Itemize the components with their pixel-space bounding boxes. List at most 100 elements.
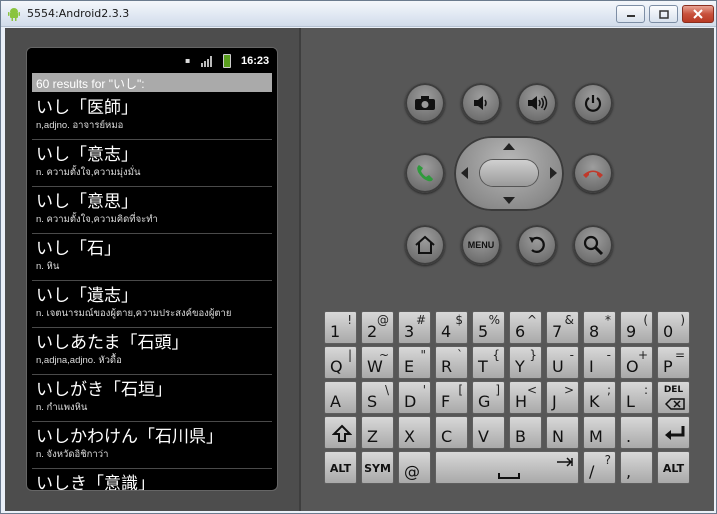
key-label: L [626,392,635,411]
key-alt-label: | [347,348,352,362]
entry-definition: n,adjno. อาจารย์หมอ [36,120,124,131]
list-item[interactable]: いし「意思」 n. ความตั้งใจ,ความคิดที่จะทำ [32,187,272,234]
key-z[interactable]: Z [361,416,394,449]
key-p[interactable]: P = [657,346,690,379]
list-item[interactable]: いしき「意識」 [32,469,272,490]
camera-button[interactable] [405,83,445,123]
key-q[interactable]: Q | [324,346,357,379]
end-call-button[interactable] [573,153,613,193]
entry-word: いしかわけん「石川県」 [36,427,223,447]
entry-word: いしあたま「石頭」 [36,333,189,353]
key-o[interactable]: O + [620,346,653,379]
key-alt-label: # [415,313,426,327]
device-screen[interactable]: ▪ 16:23 60 results for "いし": いし「医師」 n,ad… [26,47,278,491]
list-item[interactable]: いし「石」 n. หิน [32,234,272,281]
window-titlebar[interactable]: 5554:Android2.3.3 [1,1,716,27]
home-button[interactable] [405,225,445,265]
slash-key[interactable]: /? [583,451,616,484]
key-j[interactable]: J > [546,381,579,414]
key-alt-label: $ [455,313,463,327]
dpad-right-icon[interactable] [549,166,558,180]
comma-key[interactable]: , [620,451,653,484]
dpad-center-button[interactable] [480,160,538,186]
key-9[interactable]: 9( [620,311,653,344]
search-button[interactable] [573,225,613,265]
key-b[interactable]: B [509,416,542,449]
call-button[interactable] [405,153,445,193]
list-item[interactable]: いしかわけん「石川県」 n. จังหวัดอิชิกาว่า [32,422,272,469]
key-i[interactable]: I- [583,346,616,379]
key-u[interactable]: U- [546,346,579,379]
key-3[interactable]: 3 # [398,311,431,344]
key-2[interactable]: 2 @ [361,311,394,344]
key-0[interactable]: 0) [657,311,690,344]
minimize-button[interactable] [616,5,645,23]
list-item[interactable]: いしがき「石垣」 n. กำแพงหิน [32,375,272,422]
dpad-up-icon[interactable] [502,142,516,151]
key-e[interactable]: E " [398,346,431,379]
key-f[interactable]: F[ [435,381,468,414]
delete-key[interactable]: DEL [657,381,690,414]
key-4[interactable]: 4 $ [435,311,468,344]
key-8[interactable]: 8 * [583,311,616,344]
key-label: SYM [364,462,391,475]
list-item[interactable]: いし「意志」 n. ความตั้งใจ,ความมุ่งมั่น [32,140,272,187]
key-m[interactable]: M [583,416,616,449]
volume-down-icon [474,96,487,110]
key-g[interactable]: G] [472,381,505,414]
alt-key-left[interactable]: ALT [324,451,357,484]
key-1[interactable]: 1! [324,311,357,344]
dpad-left-icon[interactable] [460,166,469,180]
close-button[interactable] [682,5,714,23]
dpad-down-icon[interactable] [502,196,516,205]
key-alt-label: ] [495,383,500,397]
key-k[interactable]: K; [583,381,616,414]
volume-down-button[interactable] [461,83,501,123]
key-s[interactable]: S \ [361,381,394,414]
sym-key[interactable]: SYM [361,451,394,484]
key-alt-label: ) [680,313,685,327]
key-label: F [441,392,451,411]
list-item[interactable]: いし「遺志」 n. เจตนารมณ์ของผู้ตาย,ความประสงค์… [32,281,272,328]
key-5[interactable]: 5% [472,311,505,344]
back-button[interactable] [517,225,557,265]
backspace-icon [665,398,685,410]
key-r[interactable]: R ` [435,346,468,379]
key-n[interactable]: N [546,416,579,449]
key-alt-label: ~ [378,348,389,362]
key-w[interactable]: W ~ [361,346,394,379]
alt-key-right[interactable]: ALT [657,451,690,484]
key-y[interactable]: Y} [509,346,542,379]
list-item[interactable]: いし「医師」 n,adjno. อาจารย์หมอ [32,93,272,140]
enter-key[interactable] [657,416,690,449]
volume-up-button[interactable] [517,83,557,123]
key-h[interactable]: H < [509,381,542,414]
key-alt-label: ; [606,383,611,397]
key-key[interactable]: . [620,416,653,449]
signal-icon [201,56,212,67]
key-x[interactable]: X [398,416,431,449]
dpad[interactable] [454,136,564,211]
power-button[interactable] [573,83,613,123]
key-alt-label: ^ [526,313,537,327]
shift-key[interactable] [324,416,357,449]
phone-call-icon [417,165,433,182]
list-item[interactable]: いしあたま「石頭」 n,adjna,adjno. หัวดื้อ [32,328,272,375]
key-7[interactable]: 7 & [546,311,579,344]
at-key[interactable]: @ [398,451,431,484]
results-list[interactable]: いし「医師」 n,adjno. อาจารย์หมอ いし「意志」 n. ควา… [32,93,272,490]
key-v[interactable]: V [472,416,505,449]
key-label: 9 [626,322,637,341]
key-label: J [552,392,557,411]
key-l[interactable]: L: [620,381,653,414]
key-6[interactable]: 6 ^ [509,311,542,344]
key-alt-label: + [637,348,648,362]
key-d[interactable]: D ' [398,381,431,414]
android-icon [8,8,20,21]
space-key[interactable] [435,451,579,484]
key-a[interactable]: A [324,381,357,414]
key-c[interactable]: C [435,416,468,449]
menu-button[interactable]: MENU [461,225,501,265]
key-t[interactable]: T{ [472,346,505,379]
maximize-button[interactable] [649,5,678,23]
